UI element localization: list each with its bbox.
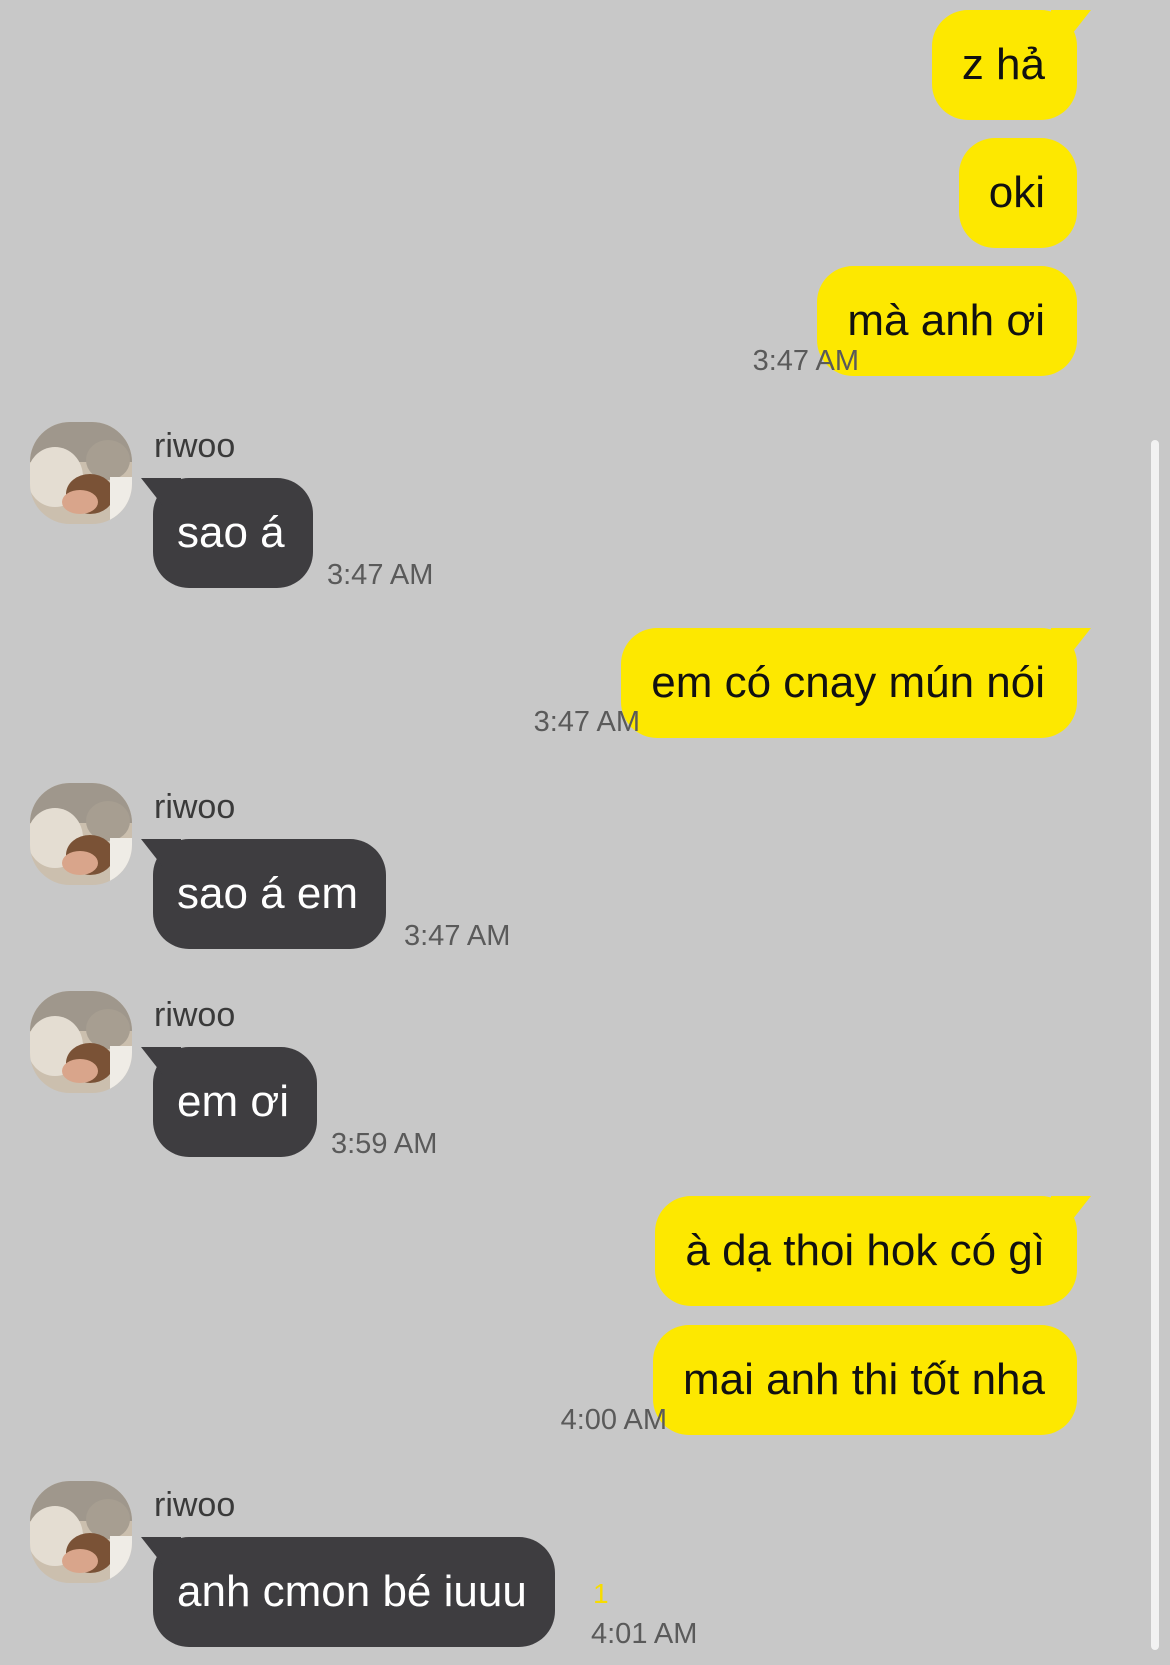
bubble-tail [141,1537,181,1565]
message-timestamp: 4:01 AM [591,1618,698,1650]
message-text: oki [988,168,1045,217]
message-bubble-received[interactable]: sao á em [141,839,386,949]
message-text: mai anh thi tốt nha [682,1355,1045,1404]
message-text: sao á em [177,869,358,918]
bubble-tail [141,478,181,506]
avatar[interactable] [30,1481,132,1583]
avatar[interactable] [30,991,132,1093]
message-text: em ơi [177,1077,289,1126]
avatar-photo-icon [30,1481,132,1583]
message-text: z hả [961,40,1045,89]
bubble-tail [1051,628,1091,656]
avatar-photo-icon [30,422,132,524]
message-bubble-sent[interactable]: oki [958,138,1077,248]
message-timestamp: 3:59 AM [331,1128,438,1160]
bubble-tail [1051,10,1091,38]
message-timestamp: 4:00 AM [560,1404,667,1436]
avatar[interactable] [30,783,132,885]
sender-name: riwoo [154,996,236,1034]
avatar-photo-icon [30,783,132,885]
avatar[interactable] [30,422,132,524]
message-text: mà anh ơi [847,296,1045,345]
sender-name: riwoo [154,788,236,826]
message-timestamp: 3:47 AM [533,706,640,738]
message-timestamp: 3:47 AM [752,345,859,377]
message-bubble-sent[interactable]: à dạ thoi hok có gì [655,1196,1091,1306]
message-bubble-sent[interactable]: z hả [931,10,1091,120]
bubble-tail [141,839,181,867]
avatar-photo-icon [30,991,132,1093]
sender-name: riwoo [154,427,236,465]
message-bubble-received[interactable]: anh cmon bé iuuu [141,1537,555,1647]
scrollbar[interactable] [1151,440,1159,1650]
bubble-tail [141,1047,181,1075]
message-bubble-received[interactable]: sao á [141,478,313,588]
message-timestamp: 3:47 AM [327,559,434,591]
bubble-tail [1051,1196,1091,1224]
message-bubble-sent[interactable]: mai anh thi tốt nha [652,1325,1077,1435]
message-timestamp: 3:47 AM [404,920,511,952]
unread-count: 1 [593,1578,609,1609]
message-text: à dạ thoi hok có gì [685,1226,1045,1275]
message-bubble-sent[interactable]: em có cnay mún nói [621,628,1091,738]
sender-name: riwoo [154,1486,236,1524]
message-text: anh cmon bé iuuu [177,1567,527,1616]
message-text: sao á [177,508,285,557]
message-bubble-received[interactable]: em ơi [141,1047,317,1157]
message-text: em có cnay mún nói [651,658,1045,707]
